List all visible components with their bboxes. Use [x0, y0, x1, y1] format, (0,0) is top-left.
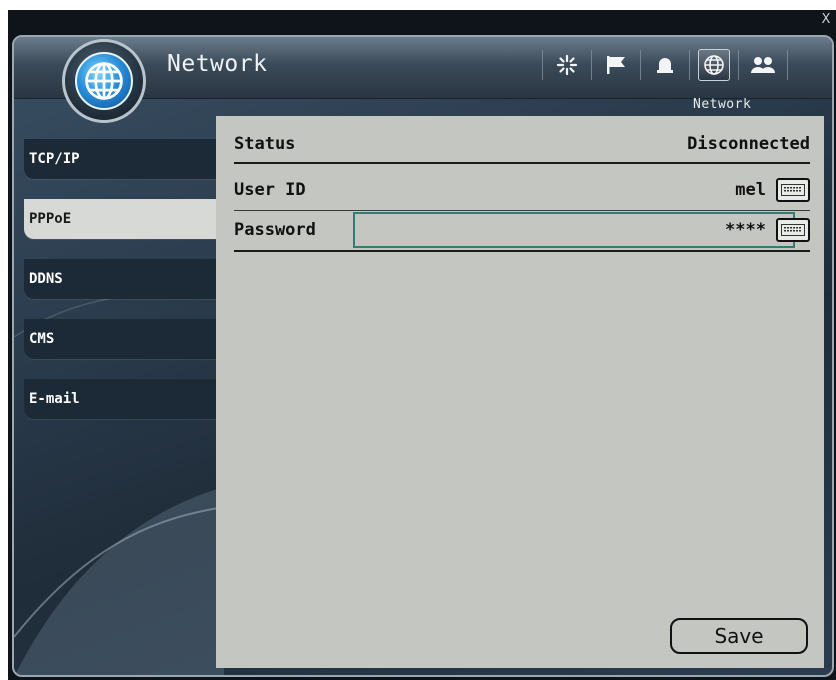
password-row: Password ****	[234, 212, 810, 248]
sidebar-item-cms[interactable]: CMS	[24, 319, 217, 359]
pppoe-settings-panel: Status Disconnected User ID mel Password…	[216, 116, 824, 668]
toolbar-separator	[787, 50, 788, 80]
toolbar-separator	[591, 50, 592, 80]
status-value: Disconnected	[687, 134, 810, 154]
status-row: Status Disconnected	[234, 126, 810, 162]
user-id-value[interactable]: mel	[735, 180, 766, 200]
sparkle-icon[interactable]	[551, 49, 583, 81]
page-title: Network	[167, 51, 268, 77]
sidebar-item-pppoe[interactable]: PPPoE	[24, 199, 220, 239]
close-button[interactable]: X	[818, 12, 834, 28]
section-label: Network	[693, 97, 752, 112]
password-label: Password	[234, 220, 316, 240]
divider	[234, 210, 810, 211]
toolbar-separator	[689, 50, 690, 80]
globe-logo-icon	[75, 52, 133, 110]
flag-icon[interactable]	[600, 49, 632, 81]
network-logo	[62, 39, 146, 123]
toolbar	[534, 47, 796, 83]
user-id-label: User ID	[234, 180, 306, 200]
divider	[234, 162, 810, 164]
user-id-keyboard-button[interactable]	[776, 178, 810, 202]
user-id-row: User ID mel	[234, 172, 810, 208]
globe-icon[interactable]	[698, 49, 730, 81]
toolbar-separator	[542, 50, 543, 80]
divider	[234, 250, 810, 252]
sidebar-item-ddns[interactable]: DDNS	[24, 259, 217, 299]
users-icon[interactable]	[747, 49, 779, 81]
sidebar-item-tcp-ip[interactable]: TCP/IP	[24, 139, 217, 179]
sidebar-item-email[interactable]: E-mail	[24, 379, 217, 419]
toolbar-separator	[640, 50, 641, 80]
status-label: Status	[234, 134, 296, 154]
password-keyboard-button[interactable]	[776, 218, 810, 242]
alarm-bell-icon[interactable]	[649, 49, 681, 81]
keyboard-icon	[781, 224, 805, 236]
password-field[interactable]: ****	[725, 220, 766, 240]
toolbar-separator	[738, 50, 739, 80]
save-button[interactable]: Save	[670, 618, 808, 654]
keyboard-icon	[781, 184, 805, 196]
